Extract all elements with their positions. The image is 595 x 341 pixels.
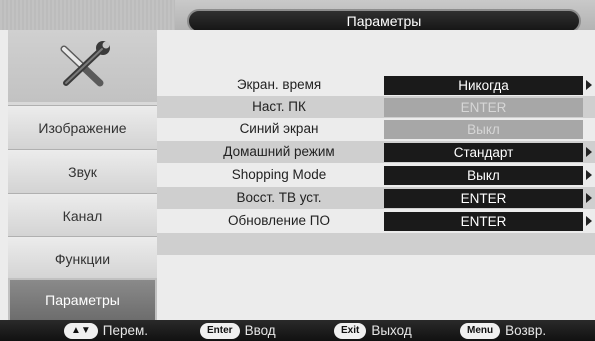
hint-label: Ввод	[244, 323, 276, 338]
hint-label: Возвр.	[505, 323, 547, 338]
sidebar-item-label: Функции	[54, 250, 111, 267]
setting-value[interactable]: ENTER	[384, 212, 583, 231]
top-strip-texture	[0, 0, 175, 30]
sidebar-item-label: Канал	[62, 207, 103, 224]
setting-label: Обновление ПО	[228, 213, 330, 228]
setting-row-shopping-mode[interactable]: Shopping Mode Выкл	[157, 164, 595, 186]
updown-key-icon: ▲▼	[64, 322, 98, 339]
hint-enter: Enter Ввод	[200, 320, 276, 341]
bottom-hint-bar: ▲▼ Перем. Enter Ввод Exit Выход Menu Воз…	[0, 320, 595, 341]
exit-key-icon: Exit	[334, 322, 367, 339]
setting-row-pc-settings: Наст. ПК ENTER	[157, 96, 595, 118]
setting-value: Выкл	[384, 120, 583, 139]
setting-value[interactable]: Стандарт	[384, 143, 583, 162]
arrow-right-icon[interactable]	[586, 80, 592, 90]
setting-label: Экран. время	[236, 77, 322, 92]
sidebar-item-label: Звук	[68, 163, 97, 180]
sidebar-item-sound[interactable]: Звук	[8, 149, 157, 193]
arrow-right-icon[interactable]	[586, 193, 592, 203]
sidebar: Изображение Звук Канал Функции Параметры	[8, 30, 157, 322]
setting-row-home-mode[interactable]: Домашний режим Стандарт	[157, 141, 595, 163]
arrow-right-icon[interactable]	[586, 170, 592, 180]
setting-label: Shopping Mode	[231, 167, 327, 182]
setting-value[interactable]: Выкл	[384, 166, 583, 185]
setting-row-restore-tv[interactable]: Восст. ТВ уст. ENTER	[157, 187, 595, 209]
setting-value[interactable]: ENTER	[384, 189, 583, 208]
setting-value: ENTER	[384, 98, 583, 117]
hint-label: Выход	[371, 323, 412, 338]
hint-navigate: ▲▼ Перем.	[64, 320, 148, 341]
settings-tile	[8, 30, 157, 102]
sidebar-item-label: Изображение	[38, 119, 127, 136]
setting-row-software-update[interactable]: Обновление ПО ENTER	[157, 210, 595, 232]
setting-label: Восст. ТВ уст.	[236, 190, 322, 205]
enter-key-icon: Enter	[200, 322, 240, 339]
sidebar-item-channel[interactable]: Канал	[8, 193, 157, 237]
setting-value[interactable]: Никогда	[384, 76, 583, 95]
hint-menu: Menu Возвр.	[460, 320, 546, 341]
arrow-right-icon[interactable]	[586, 216, 592, 226]
menu-key-icon: Menu	[460, 322, 501, 339]
arrow-right-icon[interactable]	[586, 147, 592, 157]
settings-panel: Экран. время Никогда Наст. ПК ENTER Сини…	[157, 30, 595, 320]
empty-row	[157, 233, 595, 255]
setting-row-screen-time[interactable]: Экран. время Никогда	[157, 74, 595, 96]
sidebar-item-label: Параметры	[45, 292, 120, 308]
wrench-screwdriver-icon	[60, 41, 110, 87]
sidebar-item-functions[interactable]: Функции	[8, 236, 157, 280]
setting-label: Синий экран	[239, 121, 319, 136]
hint-exit: Exit Выход	[334, 320, 412, 341]
sidebar-item-picture[interactable]: Изображение	[8, 105, 157, 149]
tv-settings-screen: Параметры Изображение Звук Канал Функции…	[0, 0, 595, 341]
setting-label: Наст. ПК	[252, 99, 306, 114]
setting-row-blue-screen: Синий экран Выкл	[157, 118, 595, 140]
setting-label: Домашний режим	[223, 144, 335, 159]
sidebar-item-settings[interactable]: Параметры	[8, 278, 157, 322]
hint-label: Перем.	[102, 323, 149, 338]
